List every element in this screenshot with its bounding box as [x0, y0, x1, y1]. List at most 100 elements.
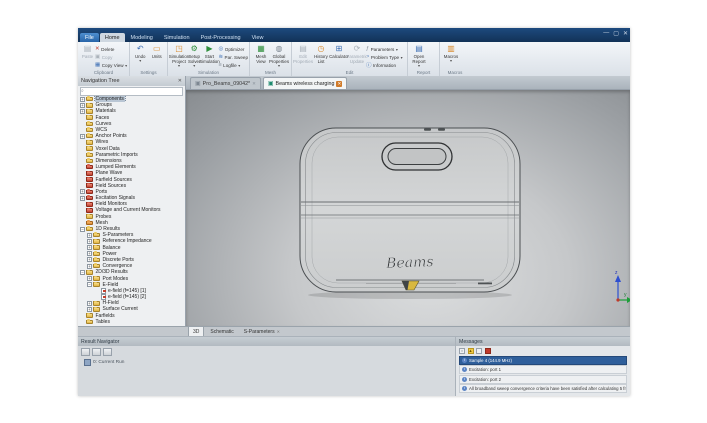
- parameters-button[interactable]: ƒ Parameters ▾: [366, 45, 403, 53]
- ribbon-tab[interactable]: Simulation: [159, 33, 195, 42]
- delete-button[interactable]: ✕ Delete: [95, 45, 127, 53]
- optimizer-button[interactable]: ◎ Optimizer: [218, 45, 248, 53]
- tree-expander-icon[interactable]: [80, 165, 85, 170]
- tree-expander-icon[interactable]: [80, 152, 85, 157]
- folder-icon: [86, 146, 93, 151]
- tree-expander-icon[interactable]: +: [80, 103, 85, 108]
- folder-icon: [86, 115, 93, 120]
- message-row[interactable]: i Excitation: port 2: [459, 375, 627, 384]
- tree-expander-icon[interactable]: −: [87, 282, 92, 287]
- ribbon-tab[interactable]: Home: [100, 33, 125, 42]
- tree-expander-icon[interactable]: [80, 220, 85, 225]
- title-bar: File Home Modeling Simulation Post-Proce…: [78, 28, 630, 42]
- close-icon[interactable]: ✕: [277, 329, 280, 334]
- tree-expander-icon[interactable]: +: [80, 109, 85, 114]
- parametric-update-button[interactable]: ⟳ Parametric Update: [348, 44, 366, 64]
- tree-expander-icon[interactable]: [80, 115, 85, 120]
- document-tab-beams[interactable]: ▣ Beams wireless charging ✕: [263, 77, 347, 89]
- tree-expander-icon[interactable]: +: [87, 264, 92, 269]
- tree-expander-icon[interactable]: +: [80, 134, 85, 139]
- tree-expander-icon[interactable]: +: [80, 97, 85, 102]
- folder-icon: [86, 140, 93, 145]
- tree-expander-icon[interactable]: [80, 171, 85, 176]
- tree-expander-icon[interactable]: [80, 313, 85, 318]
- logfile-button[interactable]: ≡ Logfile ▾: [218, 61, 248, 69]
- message-row[interactable]: i Excitation: port 1: [459, 365, 627, 374]
- tree-expander-icon[interactable]: [80, 214, 85, 219]
- tree-expander-icon[interactable]: [80, 202, 85, 207]
- tree-expander-icon[interactable]: +: [87, 245, 92, 250]
- tree-expander-icon[interactable]: +: [87, 257, 92, 262]
- ribbon-tab[interactable]: Post-Processing: [196, 33, 246, 42]
- ribbon-tab-label: Home: [105, 35, 120, 41]
- par-sweep-button[interactable]: ≋ Par. Sweep: [218, 53, 248, 61]
- tab-schematic[interactable]: Schematic: [206, 327, 237, 336]
- refresh-icon[interactable]: [103, 348, 112, 356]
- tree-expander-icon[interactable]: −: [80, 227, 85, 232]
- tree-expander-icon[interactable]: +: [80, 189, 85, 194]
- tree-expander-icon[interactable]: +: [87, 301, 92, 306]
- tree-expander-icon[interactable]: [94, 295, 99, 300]
- mesh-view-button[interactable]: ▦ Mesh View: [252, 44, 270, 64]
- tree-item[interactable]: Tables: [78, 319, 185, 325]
- result-navigator-title: Result Navigator: [81, 339, 119, 345]
- maximize-icon[interactable]: ▢: [613, 30, 619, 37]
- tree-expander-icon[interactable]: +: [87, 239, 92, 244]
- tree-expander-icon[interactable]: [80, 128, 85, 133]
- tree-expander-icon[interactable]: −: [80, 270, 85, 275]
- simulation-project-button[interactable]: ◳ Simulation Project ▾: [170, 44, 188, 69]
- minimize-icon[interactable]: —: [603, 30, 609, 37]
- folder-icon: [86, 153, 93, 158]
- tree-expander-icon[interactable]: +: [87, 276, 92, 281]
- tree-expander-icon[interactable]: [94, 288, 99, 293]
- ribbon-tab[interactable]: View: [247, 33, 269, 42]
- info-filter-icon[interactable]: ○: [459, 348, 465, 354]
- history-list-button[interactable]: ◷ History List: [312, 44, 330, 64]
- tab-3d[interactable]: 3D: [188, 326, 204, 336]
- tree-expander-icon[interactable]: +: [87, 307, 92, 312]
- error-filter-icon[interactable]: [485, 348, 491, 354]
- tree-expander-icon[interactable]: [80, 183, 85, 188]
- tree-expander-icon[interactable]: +: [87, 233, 92, 238]
- warning-filter-icon[interactable]: ▲: [468, 348, 474, 354]
- open-report-button[interactable]: ▤ Open Report ▾: [410, 44, 428, 69]
- global-properties-button[interactable]: ◍ Global Properties ▾: [270, 44, 288, 69]
- close-icon[interactable]: ✕: [336, 81, 342, 87]
- tree-expander-icon[interactable]: [80, 158, 85, 163]
- layout-icon[interactable]: [92, 348, 101, 356]
- tab-s-parameters[interactable]: S-Parameters ✕: [240, 327, 284, 336]
- undo-button[interactable]: ↶ Undo ▾: [132, 44, 149, 64]
- result-navigator-run-row[interactable]: 0: Current Run: [78, 358, 455, 366]
- close-icon[interactable]: ✕: [623, 30, 628, 37]
- tree-expander-icon[interactable]: +: [80, 196, 85, 201]
- filter-icon[interactable]: [81, 348, 90, 356]
- problem-type-button[interactable]: ◔ Problem Type ▾: [366, 53, 403, 61]
- tree-search-input[interactable]: [84, 89, 179, 95]
- tree-expander-icon[interactable]: [80, 177, 85, 182]
- tree-expander-icon[interactable]: [80, 121, 85, 126]
- close-icon[interactable]: ✕: [178, 78, 182, 84]
- copy-view-button[interactable]: ▦ Copy View ▾: [95, 61, 127, 69]
- close-icon[interactable]: ✕: [252, 81, 256, 87]
- ribbon-tab[interactable]: File: [80, 33, 99, 42]
- document-tab-project[interactable]: ▣ Pro_Beams_09042* ✕: [190, 77, 261, 89]
- tree-expander-icon[interactable]: [80, 208, 85, 213]
- copy-button[interactable]: ▣ Copy: [95, 53, 127, 61]
- paste-button[interactable]: ▤ Paste: [80, 44, 95, 59]
- top-vent-left: [424, 128, 431, 130]
- units-button[interactable]: ▭ Units: [149, 44, 166, 59]
- message-row[interactable]: i Sample 4 (144.9 MHz): [459, 356, 627, 365]
- macros-button[interactable]: ▥ Macros ▾: [442, 44, 460, 64]
- edit-properties-button[interactable]: ▤ Edit Properties: [294, 44, 312, 64]
- calculator-button[interactable]: ⊞ Calculator: [330, 44, 348, 59]
- message-row[interactable]: i All broadband sweep convergence criter…: [459, 384, 627, 393]
- tree-expander-icon[interactable]: [80, 140, 85, 145]
- ribbon-tab[interactable]: Modeling: [126, 33, 158, 42]
- start-simulation-button[interactable]: ▶ Start Simulation: [200, 44, 218, 64]
- message-filter-icon[interactable]: [476, 348, 482, 354]
- tree-expander-icon[interactable]: +: [87, 251, 92, 256]
- information-button[interactable]: ⓘ Information: [366, 61, 403, 69]
- viewport-3d[interactable]: Beams z y: [186, 90, 630, 326]
- tree-expander-icon[interactable]: [80, 146, 85, 151]
- tree-expander-icon[interactable]: [80, 319, 85, 324]
